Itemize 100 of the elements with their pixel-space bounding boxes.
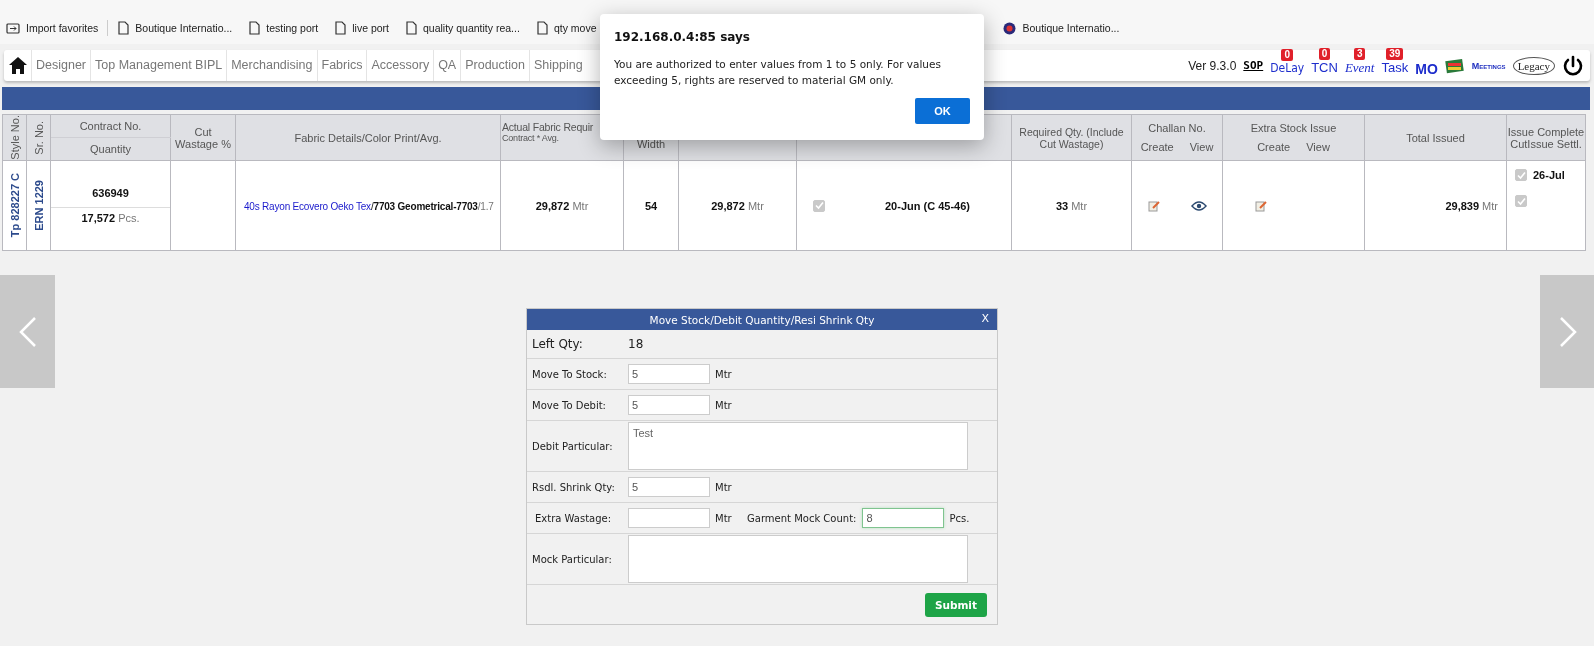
nav-item[interactable]: Top Management BIPL xyxy=(90,50,227,81)
column-header: Issue Complete CutIssue Settl. xyxy=(1506,114,1586,161)
nav-item[interactable]: Fabrics xyxy=(316,50,367,81)
page-icon xyxy=(406,21,417,35)
bookmark-link[interactable]: live port xyxy=(335,21,389,35)
left-qty-value: 18 xyxy=(628,337,644,351)
field-label: Debit Particular: xyxy=(532,440,614,452)
column-subheader: View xyxy=(1306,141,1330,153)
table-cell: 33 Mtr xyxy=(1055,199,1088,212)
column-subheader: Contract * Avg. xyxy=(502,133,560,143)
site-icon xyxy=(1003,21,1017,35)
alert-title: 192.168.0.4:85 says xyxy=(614,30,751,44)
board-icon[interactable] xyxy=(1444,56,1465,75)
input-field[interactable]: 5 xyxy=(628,364,710,384)
input-field[interactable] xyxy=(628,508,710,528)
table-cell: 40s Rayon Ecovero Oeko Tex/7703 Geometrical-7703/1.7 xyxy=(244,200,494,212)
version-label: Ver 9.3.0 xyxy=(1188,58,1237,73)
column-header: Contract No. xyxy=(50,114,171,138)
unit-label: Pcs. xyxy=(949,512,971,524)
column-header: Cut Wastage % xyxy=(170,114,236,161)
power-icon[interactable] xyxy=(1562,54,1584,77)
edit-icon[interactable] xyxy=(1147,199,1160,212)
unit-label: Mtr xyxy=(715,512,733,524)
column-header: Challan No. xyxy=(1147,122,1207,134)
previous-button[interactable] xyxy=(0,275,55,388)
next-button[interactable] xyxy=(1540,275,1594,388)
nav-item[interactable]: Designer xyxy=(31,50,91,81)
alert-message: You are authorized to enter values from 1 to 5 only. For values exceeding 5, rights are reserved to material GM only. xyxy=(614,57,942,88)
table-cell: 29,872 Mtr xyxy=(535,199,589,212)
chevron-left-icon xyxy=(18,315,37,348)
page-icon xyxy=(118,21,130,35)
text-area[interactable] xyxy=(628,535,968,583)
table-cell: 26-Jul xyxy=(1533,169,1565,181)
count-badge: 0 xyxy=(1318,48,1331,60)
checkbox[interactable] xyxy=(1515,169,1527,181)
home-icon[interactable] xyxy=(9,57,27,74)
nav-item[interactable]: Accessory xyxy=(366,50,434,81)
checkbox[interactable] xyxy=(1515,195,1527,207)
counter-label: TCN xyxy=(1311,60,1338,75)
column-subheader: Create xyxy=(1140,141,1174,153)
count-badge: 3 xyxy=(1353,47,1366,60)
bookmark-link[interactable]: quality quantity rea... xyxy=(406,21,520,35)
input-field[interactable]: 5 xyxy=(628,395,710,415)
bookmark-link[interactable]: Boutique Internatio... xyxy=(1003,21,1120,35)
meetings-link[interactable]: Meetings xyxy=(1471,60,1506,71)
checkbox[interactable] xyxy=(813,199,825,212)
unit-label: Mtr xyxy=(715,481,733,493)
eye-icon[interactable] xyxy=(1190,200,1207,211)
nav-item[interactable]: Merchandising xyxy=(226,50,317,81)
field-label: Mock Particular: xyxy=(532,553,613,565)
sop-link[interactable]: SOP xyxy=(1243,59,1264,72)
column-header: Style No. xyxy=(2,114,27,161)
column-subheader: View xyxy=(1189,141,1214,153)
unit-label: Mtr xyxy=(715,368,733,380)
unit-label: Mtr xyxy=(715,399,733,411)
dialog-title: Move Stock/Debit Quantity/Resi Shrink Qty xyxy=(649,313,875,326)
column-header: Fabric Details/Color Print/Avg. xyxy=(235,114,501,161)
column-header: Quantity xyxy=(50,137,171,161)
bookmark-link[interactable]: Boutique Internatio... xyxy=(118,21,233,35)
table-cell: ERN 1229 xyxy=(32,180,45,231)
import-favorites-button[interactable]: Import favorites xyxy=(6,21,99,35)
counter-link[interactable]: 0 TCN xyxy=(1311,48,1338,75)
field-label: Rsdl. Shrink Qty: xyxy=(532,481,616,493)
edit-icon[interactable] xyxy=(1255,199,1267,212)
column-header: Actual Fabric Requir xyxy=(502,121,595,133)
page-icon xyxy=(335,21,347,35)
table-cell: Tp 828227 C xyxy=(8,173,21,238)
import-icon xyxy=(6,21,20,35)
counter-label: Event xyxy=(1344,59,1375,76)
count-badge: 0 xyxy=(1281,48,1293,61)
column-header: Required Qty. (Include Cut Wastage) xyxy=(1018,125,1125,150)
table-cell: 29,872 Mtr xyxy=(711,199,764,212)
column-header: Extra Stock Issue xyxy=(1249,122,1338,134)
column-subheader: Create xyxy=(1257,141,1291,153)
table-cell: 29,839 Mtr xyxy=(1445,199,1498,212)
table-cell: 20-Jun (C 45-46) xyxy=(885,199,970,212)
nav-item[interactable]: Shipping xyxy=(528,50,587,81)
counter-link[interactable]: 3 Event xyxy=(1344,47,1375,76)
mo-link[interactable]: MO xyxy=(1415,54,1438,77)
ok-button[interactable]: OK xyxy=(915,98,970,124)
bookmark-link[interactable]: qty move xyxy=(536,21,597,35)
input-field[interactable]: 5 xyxy=(628,477,710,497)
column-header: Width xyxy=(636,138,666,150)
close-button[interactable]: X xyxy=(981,312,989,325)
nav-item[interactable]: QA xyxy=(433,50,461,81)
table-cell: 54 xyxy=(644,199,658,212)
counter-link[interactable]: 0 DeLay xyxy=(1270,48,1305,75)
counter-link[interactable]: 39 Task xyxy=(1381,48,1409,75)
column-header: Sr. No. xyxy=(26,114,51,161)
page-icon xyxy=(536,21,548,35)
input-field[interactable]: 8 xyxy=(862,508,945,528)
count-badge: 39 xyxy=(1386,48,1404,60)
field-label: Move To Stock: xyxy=(532,368,608,380)
nav-item[interactable]: Production xyxy=(460,50,529,81)
text-area[interactable]: Test xyxy=(628,422,968,470)
bookmark-link[interactable]: testing port xyxy=(249,21,319,35)
column-header: Total Issued xyxy=(1364,114,1507,161)
field-label: Garment Mock Count: xyxy=(747,512,857,524)
table-cell-text: 636949 xyxy=(91,186,130,201)
counter-label: DeLay xyxy=(1270,60,1305,75)
